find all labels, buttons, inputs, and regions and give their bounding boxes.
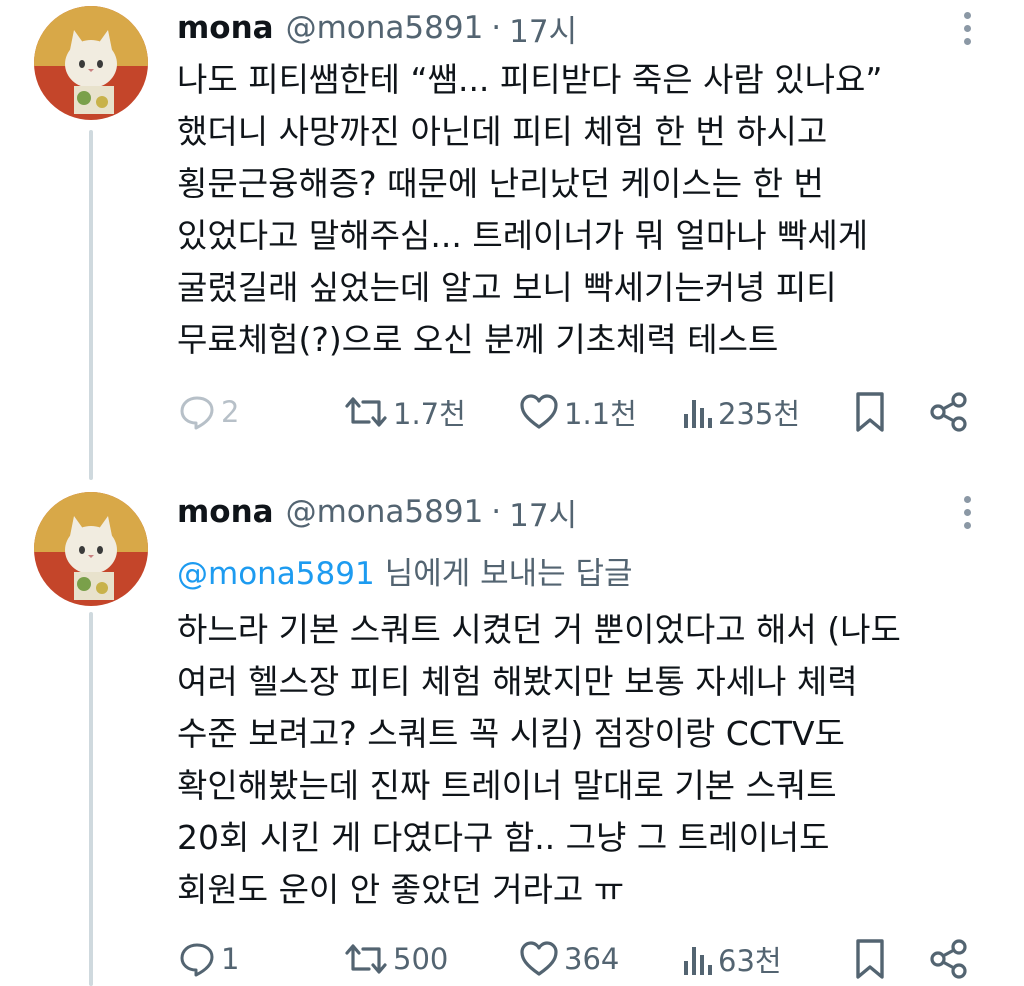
more-dots-icon xyxy=(963,37,971,45)
view-count: 63천 xyxy=(718,944,782,978)
tweet-text-line: 무료체험(?)으로 오신 분께 기초체력 테스트 xyxy=(177,320,779,359)
like-count: 364 xyxy=(564,942,620,976)
tweet-text-line: 횡문근융해증? 때문에 난리났던 케이스는 한 번 xyxy=(177,164,824,203)
more-dots-icon xyxy=(963,521,971,529)
bar-chart-icon xyxy=(684,400,712,428)
retweet-button[interactable]: 500 xyxy=(343,934,448,984)
timestamp[interactable]: 17시 xyxy=(509,6,577,51)
more-dots-icon xyxy=(963,495,971,503)
bar-chart-icon xyxy=(684,947,712,975)
view-count: 235천 xyxy=(718,397,801,431)
tweet-header: mona @mona5891 · 17시 xyxy=(177,6,577,51)
heart-icon xyxy=(520,941,558,976)
retweet-count: 1.7천 xyxy=(393,397,466,431)
display-name[interactable]: mona xyxy=(177,494,274,530)
views-button[interactable]: 63천 xyxy=(682,934,782,984)
tweet-text-line: 있었다고 말해주심... 트레이너가 뭐 얼마나 빡세게 xyxy=(177,216,869,255)
tweet-text-line: 여러 헬스장 피티 체험 해봤지만 보통 자세나 체력 xyxy=(177,662,858,701)
bookmark-button[interactable] xyxy=(852,387,888,437)
tweet-text: 나도 피티쌤한테 “쌤... 피티받다 죽은 사람 있나요” 했더니 사망까진 … xyxy=(177,54,977,366)
bookmark-icon xyxy=(856,392,884,432)
retweet-icon xyxy=(345,944,387,974)
views-button[interactable]: 235천 xyxy=(682,387,800,437)
more-dots-icon xyxy=(963,11,971,19)
separator-dot: · xyxy=(491,494,502,530)
tweet-text-line: 나도 피티쌤한테 “쌤... 피티받다 죽은 사람 있나요” xyxy=(177,60,883,99)
share-button[interactable] xyxy=(928,387,970,437)
reply-to-label: 님에게 보내는 답글 xyxy=(384,556,633,592)
tweet-text-line: 했더니 사망까진 아닌데 피티 체험 한 번 하시고 xyxy=(177,112,828,151)
share-button[interactable] xyxy=(928,934,970,984)
heart-icon xyxy=(520,394,558,429)
separator-dot: · xyxy=(491,10,502,46)
reply-mention-link[interactable]: @mona5891 xyxy=(177,556,375,592)
tweet-text-line: 확인해봤는데 진짜 트레이너 말대로 기본 스쿼트 xyxy=(177,766,837,805)
retweet-icon xyxy=(345,397,387,427)
share-icon xyxy=(930,939,967,979)
avatar[interactable] xyxy=(34,492,148,606)
more-options-button[interactable] xyxy=(960,492,974,532)
tweet-header: mona @mona5891 · 17시 xyxy=(177,490,577,535)
reply-button[interactable]: 1 xyxy=(177,934,239,984)
avatar-image xyxy=(34,6,148,120)
more-options-button[interactable] xyxy=(960,8,974,48)
more-dots-icon xyxy=(963,508,971,516)
tweet-text-line: 회원도 운이 안 좋았던 거라고 ㅠ xyxy=(177,870,625,909)
reply-count: 1 xyxy=(221,942,240,976)
tweet-text-line: 20회 시킨 게 다였다구 함.. 그냥 그 트레이너도 xyxy=(177,818,830,857)
tweet-text-line: 굴렸길래 싶었는데 알고 보니 빡세기는커녕 피티 xyxy=(177,268,837,307)
timestamp[interactable]: 17시 xyxy=(509,490,577,535)
reply-bubble-icon xyxy=(180,396,214,430)
user-handle[interactable]: @mona5891 xyxy=(286,494,484,530)
display-name[interactable]: mona xyxy=(177,10,274,46)
more-dots-icon xyxy=(963,24,971,32)
replying-to: @mona5891 님에게 보내는 답글 xyxy=(177,548,633,593)
like-button[interactable]: 364 xyxy=(518,934,619,984)
avatar[interactable] xyxy=(34,6,148,120)
avatar-image xyxy=(34,492,148,606)
reply-count: 2 xyxy=(221,395,240,429)
user-handle[interactable]: @mona5891 xyxy=(286,10,484,46)
like-count: 1.1천 xyxy=(564,397,637,431)
tweet-text: 하느라 기본 스쿼트 시켰던 거 뿐이었다고 해서 (나도 여러 헬스장 피티 … xyxy=(177,604,977,916)
reply-bubble-icon xyxy=(180,943,214,977)
retweet-button[interactable]: 1.7천 xyxy=(343,387,466,437)
bookmark-icon xyxy=(856,939,884,979)
thread-connector-line xyxy=(89,612,93,986)
action-bar: 1 500 364 63천 xyxy=(0,934,1024,984)
share-icon xyxy=(930,392,967,432)
retweet-count: 500 xyxy=(393,942,449,976)
action-bar: 2 1.7천 1.1천 235천 xyxy=(0,387,1024,437)
like-button[interactable]: 1.1천 xyxy=(518,387,637,437)
tweet-text-line: 하느라 기본 스쿼트 시켰던 거 뿐이었다고 해서 (나도 xyxy=(177,610,901,649)
reply-button[interactable]: 2 xyxy=(177,387,239,437)
tweet-text-line: 수준 보려고? 스쿼트 꼭 시킴) 점장이랑 CCTV도 xyxy=(177,714,845,753)
bookmark-button[interactable] xyxy=(852,934,888,984)
